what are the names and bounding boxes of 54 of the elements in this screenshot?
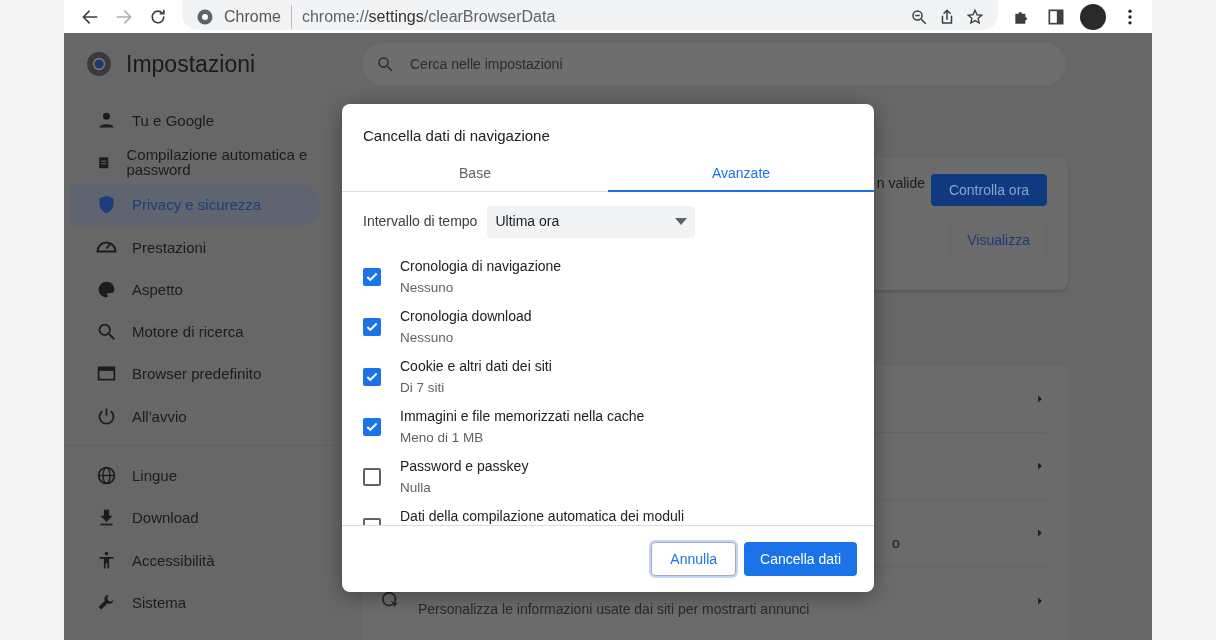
gauge-icon <box>96 241 117 254</box>
option-detail: Meno di 1 MB <box>400 430 485 447</box>
sidebar-item[interactable]: Prestazioni <box>70 225 320 269</box>
row-text: o <box>892 533 900 553</box>
address-bar[interactable]: Chrome chrome://settings/clearBrowserData <box>182 0 998 30</box>
logo-icon <box>86 51 112 77</box>
sidebar-item[interactable]: All'avvio <box>70 395 320 438</box>
row-description: Personalizza le informazioni usate dai siti per mostrarti annunci <box>418 600 810 619</box>
star-icon[interactable] <box>966 7 984 26</box>
sidebar-item[interactable]: Download <box>70 496 320 539</box>
sidebar-item[interactable]: Privacy e sicurezza <box>70 183 320 226</box>
card-text: n valide <box>876 173 925 193</box>
zoom-out-icon[interactable] <box>910 7 928 26</box>
option-label: Password e passkey <box>400 457 529 475</box>
option-detail: Di 7 siti <box>400 380 446 397</box>
checkbox[interactable] <box>363 467 381 486</box>
option-label: Cookie e altri dati dei siti <box>400 357 552 375</box>
option-label: Dati della compilazione automatica dei moduli <box>400 507 685 525</box>
sidebar-item[interactable]: Sistema <box>70 581 320 624</box>
sidebar-item[interactable]: Compilazione automatica e password <box>70 141 320 184</box>
search-input[interactable]: Cerca nelle impostazioni <box>408 52 1052 76</box>
app-title: Impostazioni <box>126 49 256 79</box>
time-range-dropdown[interactable]: Ultima ora <box>487 205 696 238</box>
checkbox[interactable] <box>363 317 381 336</box>
sidebar-item[interactable]: Aspetto <box>70 268 320 311</box>
option-label: Immagini e file memorizzati nella cache <box>400 407 645 425</box>
dialog-title: Cancella dati di navigazione <box>362 126 551 146</box>
sidebar-item[interactable]: Motore di ricerca <box>70 310 320 353</box>
option-label: Cronologia di navigazione <box>400 257 562 275</box>
search-field[interactable]: Cerca nelle impostazioni <box>362 43 1066 85</box>
option-detail: Nulla <box>400 480 432 497</box>
cancel-button[interactable]: Annulla <box>651 542 737 576</box>
url-text: chrome://settings/clearBrowserData <box>301 6 556 27</box>
option-label: Cronologia download <box>400 307 532 325</box>
caret-icon <box>675 218 688 225</box>
tab[interactable]: Avanzate <box>608 157 874 192</box>
tab[interactable]: Base <box>342 157 608 192</box>
check-now-button[interactable]: Controlla ora <box>931 174 1047 206</box>
option-detail: Nessuno <box>400 280 455 297</box>
clear-data-button[interactable]: Cancella dati <box>744 542 857 576</box>
sidebar-item[interactable]: Tu e Google <box>70 99 320 142</box>
sidebar-item[interactable]: Lingue <box>70 454 320 497</box>
option-detail: Nessuno <box>400 330 455 347</box>
site-label: Chrome <box>224 4 292 29</box>
checkbox[interactable] <box>363 367 381 386</box>
view-button[interactable]: Visualizza <box>950 224 1047 257</box>
search-icon <box>96 321 117 343</box>
checkbox[interactable] <box>363 417 381 436</box>
search-icon <box>376 55 394 73</box>
sidebar-item[interactable]: Accessibilità <box>70 538 320 582</box>
sidebar-item[interactable]: Browser predefinito <box>70 352 320 396</box>
avatar-icon[interactable] <box>1080 3 1106 30</box>
field-label: Intervallo di tempo <box>363 212 478 231</box>
checkbox[interactable] <box>363 267 381 286</box>
